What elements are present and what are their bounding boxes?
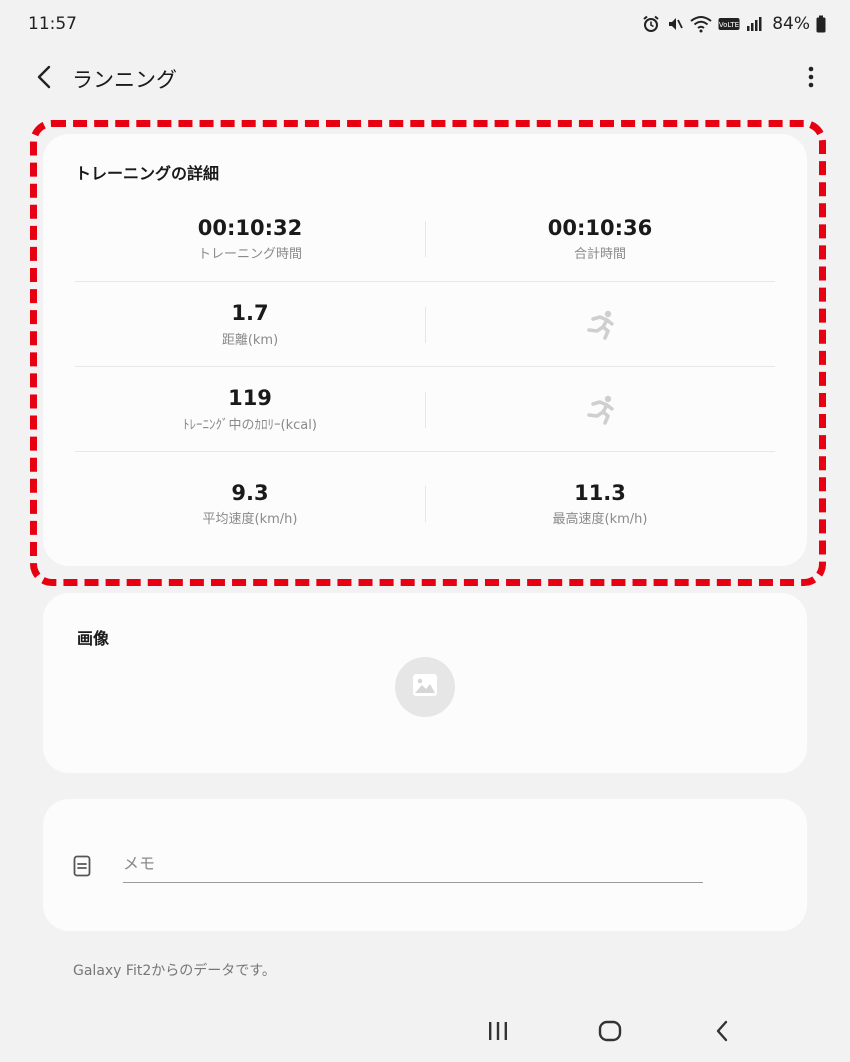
stat-value: 1.7 xyxy=(231,301,269,326)
stat-value: 9.3 xyxy=(231,480,269,505)
training-details-title: トレーニングの詳細 xyxy=(75,164,220,183)
nav-back-button[interactable] xyxy=(702,1018,742,1048)
stat-total-time: 00:10:36 合計時間 xyxy=(425,196,775,282)
recent-apps-icon xyxy=(487,1021,509,1045)
volte-icon: VoLTE xyxy=(718,17,740,31)
stat-row-calories: 119 ﾄﾚｰﾆﾝｸﾞ中のｶﾛﾘｰ(kcal) xyxy=(75,367,775,452)
status-icons: VoLTE 84% xyxy=(642,14,826,34)
memo-input[interactable] xyxy=(123,845,703,883)
stat-label: 平均速度(km/h) xyxy=(202,512,298,528)
stat-average-speed: 9.3 平均速度(km/h) xyxy=(75,452,425,556)
stat-value: 11.3 xyxy=(574,480,626,505)
stat-placeholder xyxy=(425,367,775,452)
app-bar: ランニング xyxy=(0,48,850,110)
memo-card xyxy=(43,799,807,931)
back-button[interactable] xyxy=(26,61,62,97)
image-icon xyxy=(412,673,438,701)
data-source-note: Galaxy Fit2からのデータです。 xyxy=(73,963,276,979)
more-vertical-icon xyxy=(808,66,814,92)
note-icon xyxy=(73,855,91,881)
stat-label: 合計時間 xyxy=(573,247,626,263)
stat-row-time: 00:10:32 トレーニング時間 00:10:36 合計時間 xyxy=(75,196,775,282)
image-section-title: 画像 xyxy=(77,629,110,648)
system-nav-bar xyxy=(0,1004,850,1062)
running-person-icon xyxy=(583,395,617,425)
chevron-left-icon xyxy=(35,65,53,93)
stat-value: 00:10:32 xyxy=(197,215,303,240)
running-person-icon xyxy=(583,310,617,340)
stat-calories: 119 ﾄﾚｰﾆﾝｸﾞ中のｶﾛﾘｰ(kcal) xyxy=(75,367,425,452)
page-title: ランニング xyxy=(72,68,177,92)
svg-text:VoLTE: VoLTE xyxy=(719,21,739,29)
stat-value: 119 xyxy=(228,386,272,411)
add-image-button[interactable] xyxy=(395,657,455,717)
stat-label: ﾄﾚｰﾆﾝｸﾞ中のｶﾛﾘｰ(kcal) xyxy=(183,417,317,433)
signal-icon xyxy=(746,16,762,32)
wifi-icon xyxy=(690,15,712,33)
more-options-button[interactable] xyxy=(796,61,826,97)
stat-value: 00:10:36 xyxy=(547,215,653,240)
home-button[interactable] xyxy=(590,1018,630,1048)
battery-icon xyxy=(816,15,826,33)
stat-row-speed: 9.3 平均速度(km/h) 11.3 最高速度(km/h) xyxy=(75,452,775,556)
stat-label: トレーニング時間 xyxy=(197,247,302,263)
mute-icon xyxy=(666,15,684,33)
alarm-icon xyxy=(642,15,660,33)
home-icon xyxy=(598,1020,622,1046)
image-card: 画像 xyxy=(43,593,807,773)
back-icon xyxy=(715,1020,729,1046)
stat-row-distance: 1.7 距離(km) xyxy=(75,282,775,367)
stat-placeholder xyxy=(425,282,775,367)
battery-percent: 84% xyxy=(772,14,810,34)
stat-distance: 1.7 距離(km) xyxy=(75,282,425,367)
training-details-card: トレーニングの詳細 00:10:32 トレーニング時間 00:10:36 合計時… xyxy=(43,134,807,566)
stat-label: 最高速度(km/h) xyxy=(552,512,648,528)
status-time: 11:57 xyxy=(28,14,77,34)
stat-training-time: 00:10:32 トレーニング時間 xyxy=(75,196,425,282)
stat-label: 距離(km) xyxy=(221,332,279,348)
stat-max-speed: 11.3 最高速度(km/h) xyxy=(425,452,775,556)
recent-apps-button[interactable] xyxy=(478,1018,518,1048)
status-bar: 11:57 VoLTE 84% xyxy=(0,0,850,48)
